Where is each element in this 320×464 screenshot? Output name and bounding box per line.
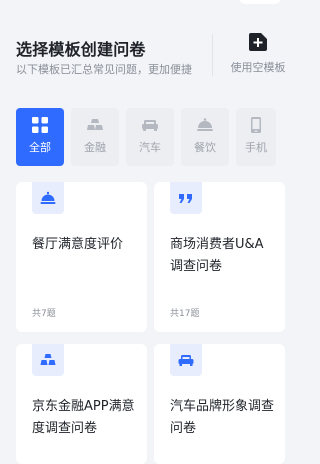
quote-icon xyxy=(179,194,192,203)
page-subtitle: 以下模板已汇总常见问题，更加便捷 xyxy=(16,63,192,76)
category-label: 全部 xyxy=(29,141,51,154)
category-tab-auto[interactable]: 汽车 xyxy=(126,108,174,166)
food-cloche-icon xyxy=(197,118,213,131)
template-title: 汽车品牌形象调查问卷 xyxy=(170,399,275,436)
gold-bars-icon xyxy=(40,354,56,365)
template-card-mall[interactable]: 商场消费者U&A调查问卷 共17题 xyxy=(154,182,285,332)
category-tab-finance[interactable]: 金融 xyxy=(71,108,119,166)
category-label: 手机 xyxy=(245,141,267,154)
template-title: 餐厅满意度评价 xyxy=(32,237,124,252)
category-label: 汽车 xyxy=(139,141,161,154)
gold-bars-icon xyxy=(87,119,103,130)
template-card-restaurant[interactable]: 餐厅满意度评价 共7题 xyxy=(16,182,147,332)
header-divider xyxy=(212,34,213,76)
card-badge xyxy=(32,344,64,376)
template-title: 商场消费者U&A调查问卷 xyxy=(170,237,264,274)
food-cloche-icon xyxy=(40,191,56,204)
category-tabs: 全部 金融 汽车 餐饮 手机 xyxy=(16,108,296,166)
header: 选择模板创建问卷 以下模板已汇总常见问题，更加便捷 使用空模板 xyxy=(0,0,300,94)
template-card-jd-finance[interactable]: 京东金融APP满意度调查问卷 xyxy=(16,344,147,464)
card-badge xyxy=(170,344,202,376)
category-tab-dining[interactable]: 餐饮 xyxy=(181,108,229,166)
category-label: 金融 xyxy=(84,141,106,154)
grid-icon xyxy=(32,117,48,133)
card-badge xyxy=(170,182,202,214)
phone-icon xyxy=(251,117,261,133)
use-blank-template-button[interactable]: 使用空模板 xyxy=(222,33,294,79)
category-label: 餐饮 xyxy=(194,141,216,154)
question-count: 共7题 xyxy=(32,309,56,319)
question-count: 共17题 xyxy=(170,309,200,319)
use-blank-template-label: 使用空模板 xyxy=(230,61,286,74)
template-title: 京东金融APP满意度调查问卷 xyxy=(32,399,135,436)
page-title: 选择模板创建问卷 xyxy=(16,40,146,59)
category-tab-phone[interactable]: 手机 xyxy=(236,108,276,166)
card-badge xyxy=(32,182,64,214)
sofa-icon xyxy=(178,355,194,366)
category-tab-all[interactable]: 全部 xyxy=(16,108,64,166)
template-card-auto-brand[interactable]: 汽车品牌形象调查问卷 xyxy=(154,344,285,464)
add-document-icon xyxy=(249,33,267,51)
car-icon xyxy=(142,120,158,131)
